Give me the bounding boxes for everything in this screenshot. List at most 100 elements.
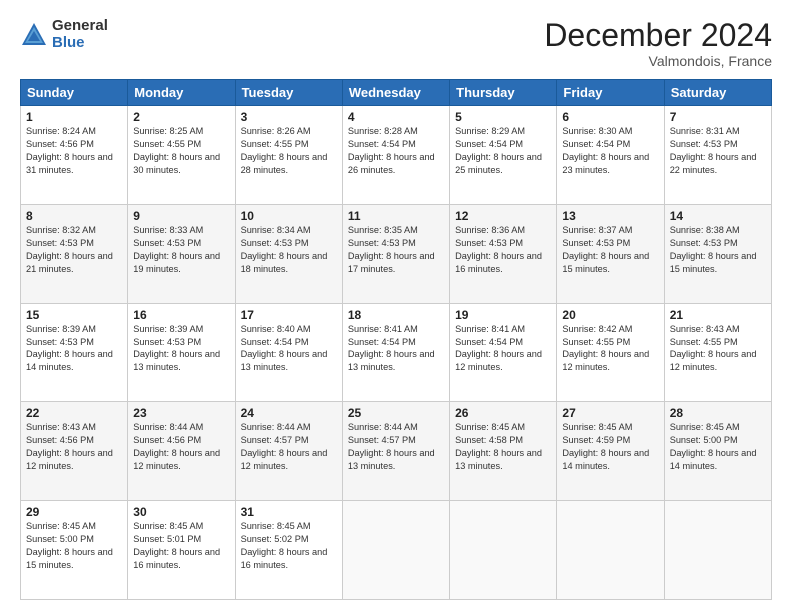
day-number: 28 xyxy=(670,406,766,420)
day-detail: Sunrise: 8:34 AM Sunset: 4:53 PM Dayligh… xyxy=(241,224,337,276)
col-tuesday: Tuesday xyxy=(235,80,342,106)
table-row xyxy=(557,501,664,600)
calendar-row: 8Sunrise: 8:32 AM Sunset: 4:53 PM Daylig… xyxy=(21,204,772,303)
day-detail: Sunrise: 8:45 AM Sunset: 5:01 PM Dayligh… xyxy=(133,520,229,572)
table-row: 30Sunrise: 8:45 AM Sunset: 5:01 PM Dayli… xyxy=(128,501,235,600)
table-row: 8Sunrise: 8:32 AM Sunset: 4:53 PM Daylig… xyxy=(21,204,128,303)
day-number: 21 xyxy=(670,308,766,322)
table-row: 2Sunrise: 8:25 AM Sunset: 4:55 PM Daylig… xyxy=(128,106,235,205)
day-detail: Sunrise: 8:38 AM Sunset: 4:53 PM Dayligh… xyxy=(670,224,766,276)
day-number: 8 xyxy=(26,209,122,223)
day-detail: Sunrise: 8:37 AM Sunset: 4:53 PM Dayligh… xyxy=(562,224,658,276)
table-row: 27Sunrise: 8:45 AM Sunset: 4:59 PM Dayli… xyxy=(557,402,664,501)
day-detail: Sunrise: 8:45 AM Sunset: 5:00 PM Dayligh… xyxy=(670,421,766,473)
table-row: 14Sunrise: 8:38 AM Sunset: 4:53 PM Dayli… xyxy=(664,204,771,303)
location: Valmondois, France xyxy=(544,53,772,69)
day-number: 20 xyxy=(562,308,658,322)
logo-icon xyxy=(20,21,48,49)
day-detail: Sunrise: 8:31 AM Sunset: 4:53 PM Dayligh… xyxy=(670,125,766,177)
table-row: 7Sunrise: 8:31 AM Sunset: 4:53 PM Daylig… xyxy=(664,106,771,205)
day-detail: Sunrise: 8:26 AM Sunset: 4:55 PM Dayligh… xyxy=(241,125,337,177)
table-row: 12Sunrise: 8:36 AM Sunset: 4:53 PM Dayli… xyxy=(450,204,557,303)
day-detail: Sunrise: 8:45 AM Sunset: 4:58 PM Dayligh… xyxy=(455,421,551,473)
day-number: 9 xyxy=(133,209,229,223)
table-row: 21Sunrise: 8:43 AM Sunset: 4:55 PM Dayli… xyxy=(664,303,771,402)
table-row: 9Sunrise: 8:33 AM Sunset: 4:53 PM Daylig… xyxy=(128,204,235,303)
day-detail: Sunrise: 8:33 AM Sunset: 4:53 PM Dayligh… xyxy=(133,224,229,276)
day-detail: Sunrise: 8:44 AM Sunset: 4:56 PM Dayligh… xyxy=(133,421,229,473)
table-row: 18Sunrise: 8:41 AM Sunset: 4:54 PM Dayli… xyxy=(342,303,449,402)
day-number: 19 xyxy=(455,308,551,322)
day-number: 7 xyxy=(670,110,766,124)
day-detail: Sunrise: 8:44 AM Sunset: 4:57 PM Dayligh… xyxy=(241,421,337,473)
table-row: 15Sunrise: 8:39 AM Sunset: 4:53 PM Dayli… xyxy=(21,303,128,402)
day-number: 29 xyxy=(26,505,122,519)
day-detail: Sunrise: 8:24 AM Sunset: 4:56 PM Dayligh… xyxy=(26,125,122,177)
day-number: 3 xyxy=(241,110,337,124)
day-detail: Sunrise: 8:39 AM Sunset: 4:53 PM Dayligh… xyxy=(26,323,122,375)
table-row: 26Sunrise: 8:45 AM Sunset: 4:58 PM Dayli… xyxy=(450,402,557,501)
col-saturday: Saturday xyxy=(664,80,771,106)
day-number: 18 xyxy=(348,308,444,322)
col-sunday: Sunday xyxy=(21,80,128,106)
table-row xyxy=(450,501,557,600)
day-detail: Sunrise: 8:39 AM Sunset: 4:53 PM Dayligh… xyxy=(133,323,229,375)
table-row: 10Sunrise: 8:34 AM Sunset: 4:53 PM Dayli… xyxy=(235,204,342,303)
day-number: 12 xyxy=(455,209,551,223)
logo-general: General xyxy=(52,18,108,35)
day-number: 30 xyxy=(133,505,229,519)
logo-blue: Blue xyxy=(52,35,108,52)
day-detail: Sunrise: 8:32 AM Sunset: 4:53 PM Dayligh… xyxy=(26,224,122,276)
table-row: 24Sunrise: 8:44 AM Sunset: 4:57 PM Dayli… xyxy=(235,402,342,501)
calendar-row: 22Sunrise: 8:43 AM Sunset: 4:56 PM Dayli… xyxy=(21,402,772,501)
table-row: 5Sunrise: 8:29 AM Sunset: 4:54 PM Daylig… xyxy=(450,106,557,205)
day-number: 5 xyxy=(455,110,551,124)
day-number: 25 xyxy=(348,406,444,420)
day-number: 26 xyxy=(455,406,551,420)
day-number: 27 xyxy=(562,406,658,420)
day-number: 11 xyxy=(348,209,444,223)
day-detail: Sunrise: 8:45 AM Sunset: 5:02 PM Dayligh… xyxy=(241,520,337,572)
col-thursday: Thursday xyxy=(450,80,557,106)
table-row: 19Sunrise: 8:41 AM Sunset: 4:54 PM Dayli… xyxy=(450,303,557,402)
day-detail: Sunrise: 8:42 AM Sunset: 4:55 PM Dayligh… xyxy=(562,323,658,375)
col-wednesday: Wednesday xyxy=(342,80,449,106)
calendar-table: Sunday Monday Tuesday Wednesday Thursday… xyxy=(20,79,772,600)
day-number: 10 xyxy=(241,209,337,223)
table-row: 28Sunrise: 8:45 AM Sunset: 5:00 PM Dayli… xyxy=(664,402,771,501)
day-detail: Sunrise: 8:25 AM Sunset: 4:55 PM Dayligh… xyxy=(133,125,229,177)
day-number: 13 xyxy=(562,209,658,223)
table-row: 31Sunrise: 8:45 AM Sunset: 5:02 PM Dayli… xyxy=(235,501,342,600)
day-detail: Sunrise: 8:43 AM Sunset: 4:56 PM Dayligh… xyxy=(26,421,122,473)
day-number: 16 xyxy=(133,308,229,322)
table-row: 1Sunrise: 8:24 AM Sunset: 4:56 PM Daylig… xyxy=(21,106,128,205)
day-number: 24 xyxy=(241,406,337,420)
day-number: 1 xyxy=(26,110,122,124)
day-detail: Sunrise: 8:41 AM Sunset: 4:54 PM Dayligh… xyxy=(455,323,551,375)
table-row: 11Sunrise: 8:35 AM Sunset: 4:53 PM Dayli… xyxy=(342,204,449,303)
col-friday: Friday xyxy=(557,80,664,106)
table-row: 13Sunrise: 8:37 AM Sunset: 4:53 PM Dayli… xyxy=(557,204,664,303)
day-detail: Sunrise: 8:35 AM Sunset: 4:53 PM Dayligh… xyxy=(348,224,444,276)
calendar-row: 29Sunrise: 8:45 AM Sunset: 5:00 PM Dayli… xyxy=(21,501,772,600)
day-detail: Sunrise: 8:44 AM Sunset: 4:57 PM Dayligh… xyxy=(348,421,444,473)
table-row xyxy=(664,501,771,600)
day-number: 31 xyxy=(241,505,337,519)
day-detail: Sunrise: 8:41 AM Sunset: 4:54 PM Dayligh… xyxy=(348,323,444,375)
header: General Blue December 2024 Valmondois, F… xyxy=(20,18,772,69)
table-row xyxy=(342,501,449,600)
table-row: 6Sunrise: 8:30 AM Sunset: 4:54 PM Daylig… xyxy=(557,106,664,205)
table-row: 29Sunrise: 8:45 AM Sunset: 5:00 PM Dayli… xyxy=(21,501,128,600)
table-row: 23Sunrise: 8:44 AM Sunset: 4:56 PM Dayli… xyxy=(128,402,235,501)
day-detail: Sunrise: 8:29 AM Sunset: 4:54 PM Dayligh… xyxy=(455,125,551,177)
day-number: 2 xyxy=(133,110,229,124)
table-row: 4Sunrise: 8:28 AM Sunset: 4:54 PM Daylig… xyxy=(342,106,449,205)
col-monday: Monday xyxy=(128,80,235,106)
day-number: 4 xyxy=(348,110,444,124)
day-detail: Sunrise: 8:43 AM Sunset: 4:55 PM Dayligh… xyxy=(670,323,766,375)
day-detail: Sunrise: 8:45 AM Sunset: 5:00 PM Dayligh… xyxy=(26,520,122,572)
calendar-row: 15Sunrise: 8:39 AM Sunset: 4:53 PM Dayli… xyxy=(21,303,772,402)
day-number: 22 xyxy=(26,406,122,420)
day-detail: Sunrise: 8:30 AM Sunset: 4:54 PM Dayligh… xyxy=(562,125,658,177)
table-row: 20Sunrise: 8:42 AM Sunset: 4:55 PM Dayli… xyxy=(557,303,664,402)
